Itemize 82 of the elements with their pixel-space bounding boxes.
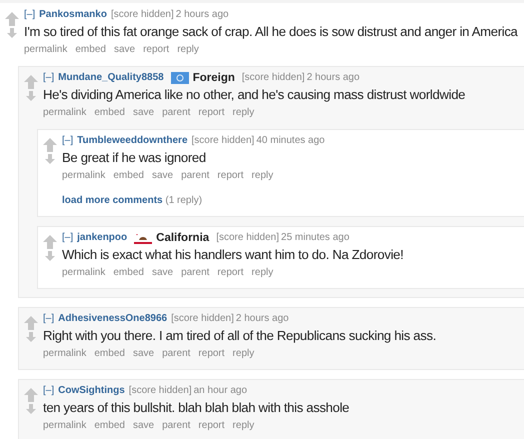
comment-text: He's dividing America like no other, and he's causing mass distrust worldwide [43, 86, 466, 104]
action-link[interactable]: embed [94, 106, 125, 120]
action-link[interactable]: permalink [24, 43, 68, 57]
downvote-icon[interactable] [7, 28, 17, 38]
upvote-icon[interactable] [43, 138, 57, 152]
action-link[interactable]: save [152, 169, 174, 183]
upvote-icon[interactable] [24, 388, 38, 402]
action-link[interactable]: report [198, 419, 225, 433]
action-link[interactable]: parent [162, 106, 190, 120]
collapse-toggle[interactable]: [–] [62, 134, 74, 148]
comment-text: I'm so tired of this fat orange sack of crap. All he does is sow distrust and anger in America [24, 23, 519, 41]
timestamp: 25 minutes ago [281, 231, 350, 245]
timestamp: 2 hours ago [176, 8, 229, 22]
action-link[interactable]: reply [232, 106, 254, 120]
action-link[interactable]: embed [113, 266, 144, 280]
user-flair: Foreign [192, 71, 235, 85]
action-link[interactable]: parent [181, 266, 210, 280]
username-link[interactable]: jankenpoo [77, 231, 128, 245]
action-link[interactable]: save [114, 43, 136, 57]
username-link[interactable]: AdhesivenessOne8966 [58, 312, 168, 326]
action-link[interactable]: report [217, 266, 244, 280]
downvote-icon[interactable] [26, 332, 36, 342]
timestamp: an hour ago [194, 384, 248, 398]
collapse-toggle[interactable]: [–] [43, 71, 54, 85]
action-link[interactable]: save [132, 347, 154, 361]
timestamp: 40 minutes ago [256, 134, 325, 148]
action-link[interactable]: parent [162, 419, 190, 433]
downvote-icon[interactable] [45, 154, 55, 164]
downvote-icon[interactable] [45, 251, 55, 261]
username-link[interactable]: CowSightings [58, 384, 125, 398]
action-link[interactable]: embed [113, 169, 144, 183]
comment-text: Which is exact what his handlers want him to do. Na Zdorovie! [62, 246, 404, 264]
upvote-icon[interactable] [24, 316, 38, 330]
action-link[interactable]: parent [162, 347, 190, 361]
action-link[interactable]: permalink [62, 266, 106, 280]
collapse-toggle[interactable]: [–] [62, 231, 74, 245]
load-more-link[interactable]: load more comments [62, 195, 163, 206]
action-link[interactable]: embed [94, 347, 125, 361]
action-link[interactable]: reply [232, 419, 254, 433]
upvote-icon[interactable] [24, 75, 38, 89]
action-link[interactable]: report [143, 43, 170, 57]
action-link[interactable]: save [152, 266, 174, 280]
action-link[interactable]: reply [252, 169, 274, 183]
action-link[interactable]: permalink [43, 347, 86, 361]
timestamp: 2 hours ago [236, 312, 289, 326]
score-label: [score hidden] [242, 71, 305, 85]
upvote-icon[interactable] [43, 235, 57, 249]
action-link[interactable]: save [132, 106, 154, 120]
user-flair: California [156, 231, 210, 245]
collapse-toggle[interactable]: [–] [24, 8, 36, 22]
action-link[interactable]: embed [75, 43, 106, 57]
timestamp: 2 hours ago [306, 71, 360, 85]
collapse-toggle[interactable]: [–] [43, 312, 54, 326]
comment-text: ten years of this bullshit. blah blah blah with this asshole [43, 399, 350, 417]
score-label: [score hidden] [110, 8, 174, 22]
action-link[interactable]: report [198, 106, 225, 120]
username-link[interactable]: Tumbleweeddownthere [77, 134, 188, 148]
action-link[interactable]: reply [177, 43, 199, 57]
action-link[interactable]: permalink [43, 419, 86, 433]
collapse-toggle[interactable]: [–] [43, 384, 54, 398]
downvote-icon[interactable] [26, 404, 36, 414]
action-link[interactable]: parent [181, 169, 210, 183]
comment-text: Right with you there. I am tired of all of the Republicans sucking his ass. [43, 327, 438, 345]
downvote-icon[interactable] [26, 91, 36, 101]
reply-count: (1 reply) [164, 195, 202, 206]
score-label: [score hidden] [192, 134, 254, 148]
score-label: [score hidden] [128, 384, 192, 398]
username-link[interactable]: Mundane_Quality8858 [58, 71, 164, 85]
score-label: [score hidden] [216, 231, 280, 245]
action-link[interactable]: permalink [62, 169, 106, 183]
action-link[interactable]: reply [252, 266, 274, 280]
username-link[interactable]: Pankosmanko [39, 8, 107, 22]
action-link[interactable]: report [198, 347, 225, 361]
action-link[interactable]: save [132, 419, 154, 433]
action-link[interactable]: reply [232, 347, 254, 361]
comment-text: Be great if he was ignored [62, 149, 207, 167]
action-link[interactable]: permalink [43, 106, 86, 120]
flag-icon [170, 72, 189, 84]
action-link[interactable]: embed [94, 419, 125, 433]
action-link[interactable]: report [217, 169, 244, 183]
score-label: [score hidden] [171, 312, 234, 326]
upvote-icon[interactable] [5, 12, 19, 26]
